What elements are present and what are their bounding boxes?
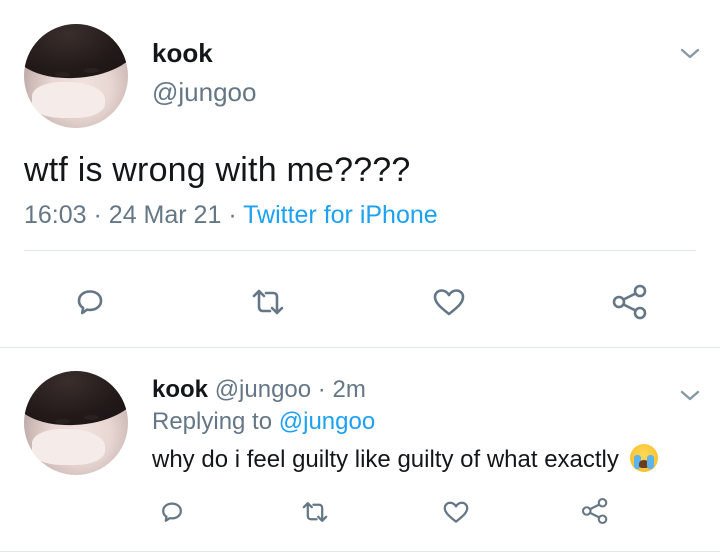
replying-to: Replying to @jungoo [152,408,375,436]
replying-to-prefix: Replying to [152,408,273,435]
tweet-date: 24 Mar 21 [108,201,222,229]
reply-header: kook @jungoo · 2m [152,376,366,404]
author-handle[interactable]: @jungoo [152,77,256,108]
divider [0,551,720,552]
chevron-down-icon[interactable] [678,384,702,408]
reply-author-handle[interactable]: @jungoo [215,376,311,403]
retweet-icon [302,502,328,522]
like-icon [433,289,465,316]
retweet-button[interactable] [248,282,288,322]
like-icon [443,501,469,523]
share-icon [581,497,608,525]
loudly-crying-face-icon [629,444,658,472]
meta-separator: · [93,201,102,229]
share-icon [612,284,647,320]
reply-text: why do i feel guilty like guilty of what… [152,444,658,474]
retweet-button[interactable] [298,496,332,528]
divider [0,347,720,348]
reply-text-body: why do i feel guilty like guilty of what… [152,446,619,473]
share-button[interactable] [578,494,612,528]
reply-author-name[interactable]: kook [152,376,208,403]
tweet-source-link[interactable]: Twitter for iPhone [243,201,438,229]
tweet-text: wtf is wrong with me???? [24,151,411,189]
tweet-time: 16:03 [24,201,87,229]
divider [24,250,696,251]
like-button[interactable] [440,496,472,528]
reply-icon [77,290,103,315]
chevron-down-icon[interactable] [678,42,702,66]
reply-icon [162,502,182,522]
retweet-icon [252,289,284,315]
meta-separator: · [228,201,237,229]
author-avatar[interactable] [24,24,128,128]
meta-separator: · [317,376,326,403]
main-tweet: kook @jungoo wtf is wrong with me???? 16… [0,0,720,346]
reply-author-avatar[interactable] [24,371,128,475]
like-button[interactable] [429,282,469,322]
reply-time: 2m [332,376,366,403]
reply-button[interactable] [70,282,110,322]
tweet-meta: 16:03 · 24 Mar 21 · Twitter for iPhone [24,201,438,230]
author-name[interactable]: kook [152,38,213,69]
replying-to-mention[interactable]: @jungoo [279,408,375,435]
share-button[interactable] [608,280,652,324]
reply-button[interactable] [156,496,188,528]
